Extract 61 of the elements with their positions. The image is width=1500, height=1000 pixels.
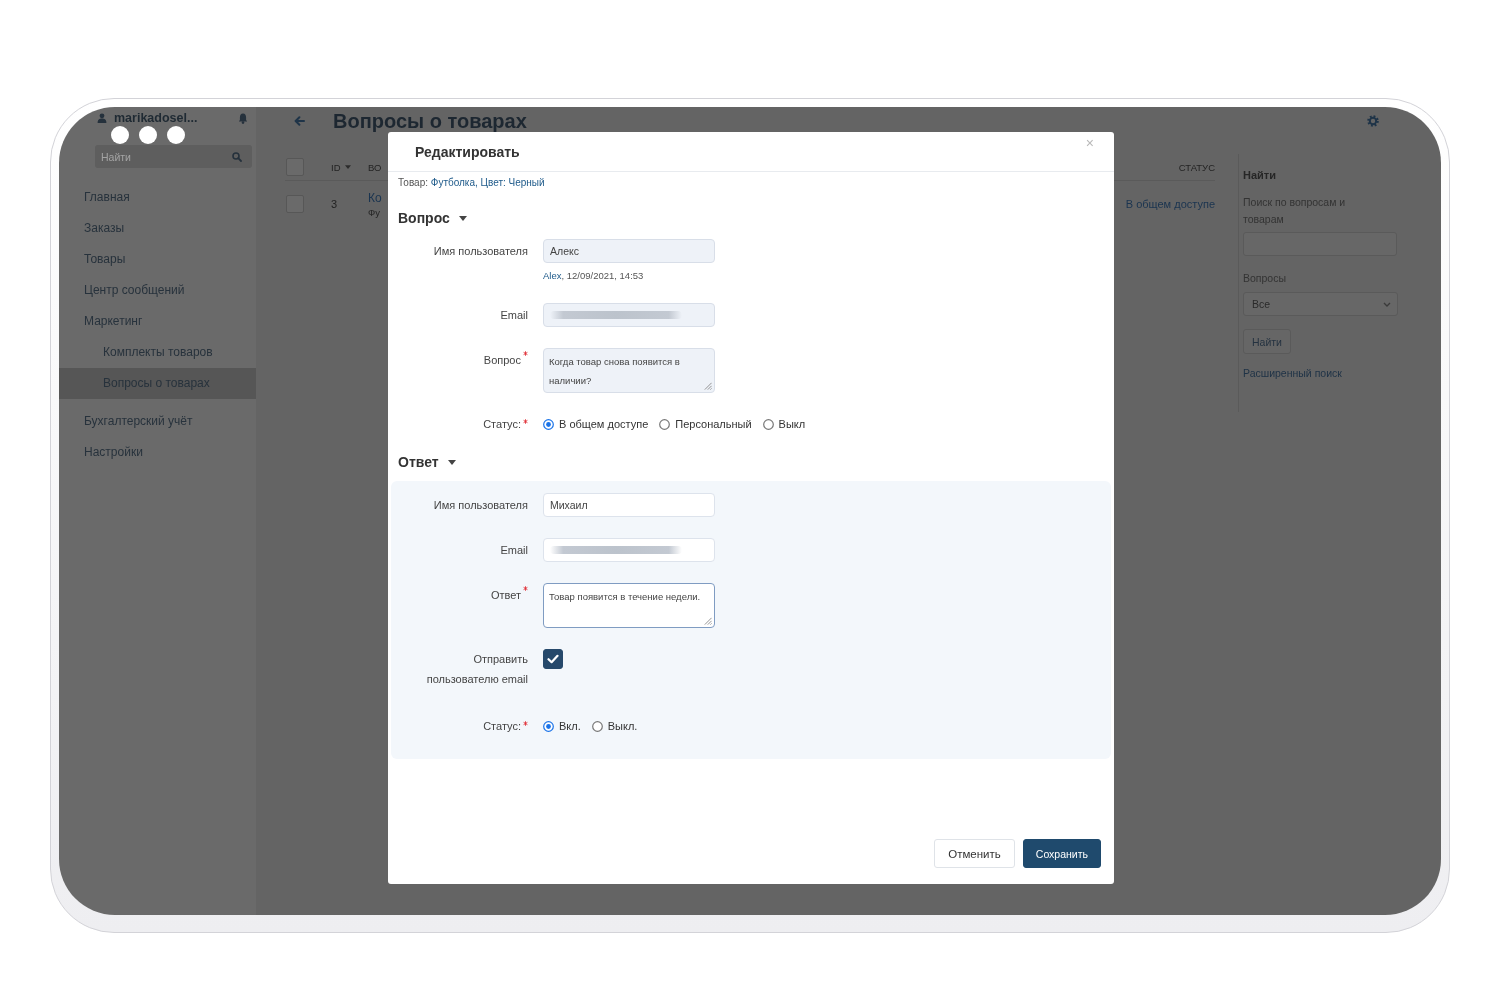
text-area[interactable]: Товар появится в течение недели.	[543, 583, 715, 628]
column-header[interactable]: СТАТУС	[1178, 161, 1215, 173]
field-label: Статус:	[483, 719, 521, 734]
search-button[interactable]: Найти	[1243, 329, 1291, 354]
meta-text: Alex, 12/09/2021, 14:53	[543, 270, 644, 282]
radio-option[interactable]: Персональный	[659, 416, 752, 432]
resize-grip-icon[interactable]	[704, 617, 712, 625]
nav-item[interactable]: Заказы	[59, 213, 256, 244]
nav-item[interactable]: Центр сообщений	[59, 275, 256, 306]
field-label: Статус:	[483, 417, 521, 432]
radio-option[interactable]: Вкл.	[543, 718, 581, 734]
radio-option[interactable]: Выкл.	[591, 718, 638, 734]
left-arrow-icon[interactable]	[294, 116, 305, 126]
radio-option[interactable]: Выкл	[762, 416, 806, 432]
cancel-button[interactable]: Отменить	[934, 839, 1015, 868]
user-name[interactable]: marikadosel...	[114, 111, 198, 125]
text-area[interactable]: Когда товар снова появится в наличии?	[543, 348, 715, 393]
field-label: Ответ	[490, 588, 521, 603]
radio-option[interactable]: В общем доступе	[543, 416, 649, 432]
gear-icon[interactable]	[1367, 115, 1379, 127]
modal-title: Редактировать	[415, 143, 520, 160]
field-label: Вопрос	[483, 353, 521, 368]
nav-item[interactable]: Комплекты товаров	[59, 337, 256, 368]
advanced-search-link[interactable]: Расширенный поиск	[1243, 365, 1342, 382]
search-icon[interactable]	[232, 151, 242, 162]
status-link[interactable]: В общем доступе	[1125, 198, 1215, 210]
search-field[interactable]: Найти	[95, 145, 252, 168]
page-title: Вопросы о товарах	[333, 111, 527, 131]
column-header[interactable]: ID	[331, 161, 341, 173]
checkmark-icon	[547, 654, 559, 664]
nav-item[interactable]: Настройки	[59, 437, 256, 468]
filter-title: Найти	[1243, 168, 1276, 182]
bell-icon[interactable]	[238, 112, 248, 124]
save-button[interactable]: Сохранить	[1022, 839, 1101, 868]
chevron-down-icon	[1383, 301, 1391, 307]
column-header[interactable]: ВО	[368, 161, 382, 173]
field-label: Имя пользователя	[433, 244, 528, 259]
dropdown[interactable]: Все	[1243, 292, 1398, 316]
field-label: Отправить пользователю email	[425, 652, 528, 687]
table-cell-text: 3	[331, 198, 339, 210]
product-info: Товар: Футболка, Цвет: Черный	[398, 177, 545, 189]
resize-grip-icon[interactable]	[704, 382, 712, 390]
input-field[interactable]: Михаил	[543, 493, 715, 517]
input-field[interactable]	[543, 538, 715, 562]
table-cell-link[interactable]: Ко	[368, 190, 382, 205]
nav-item[interactable]: Товары	[59, 244, 256, 275]
nav-item[interactable]: Маркетинг	[59, 306, 256, 337]
input-field[interactable]	[543, 303, 715, 327]
section-toggle[interactable]: Вопрос	[398, 209, 467, 227]
section-toggle[interactable]: Ответ	[398, 453, 456, 471]
checkbox[interactable]	[543, 649, 563, 669]
table-cell-text: Фу	[368, 206, 380, 218]
field-label: Email	[500, 308, 528, 323]
user-icon	[97, 113, 107, 123]
nav-item[interactable]: Главная	[59, 182, 256, 213]
input-field[interactable]: Алекс	[543, 239, 715, 263]
close-button[interactable]: ×	[1081, 136, 1098, 150]
product-link[interactable]: Футболка, Цвет: Черный	[430, 177, 545, 188]
nav-item[interactable]: Бухгалтерский учёт	[59, 406, 256, 437]
field-label: Имя пользователя	[433, 498, 528, 513]
field-label: Email	[500, 543, 528, 558]
